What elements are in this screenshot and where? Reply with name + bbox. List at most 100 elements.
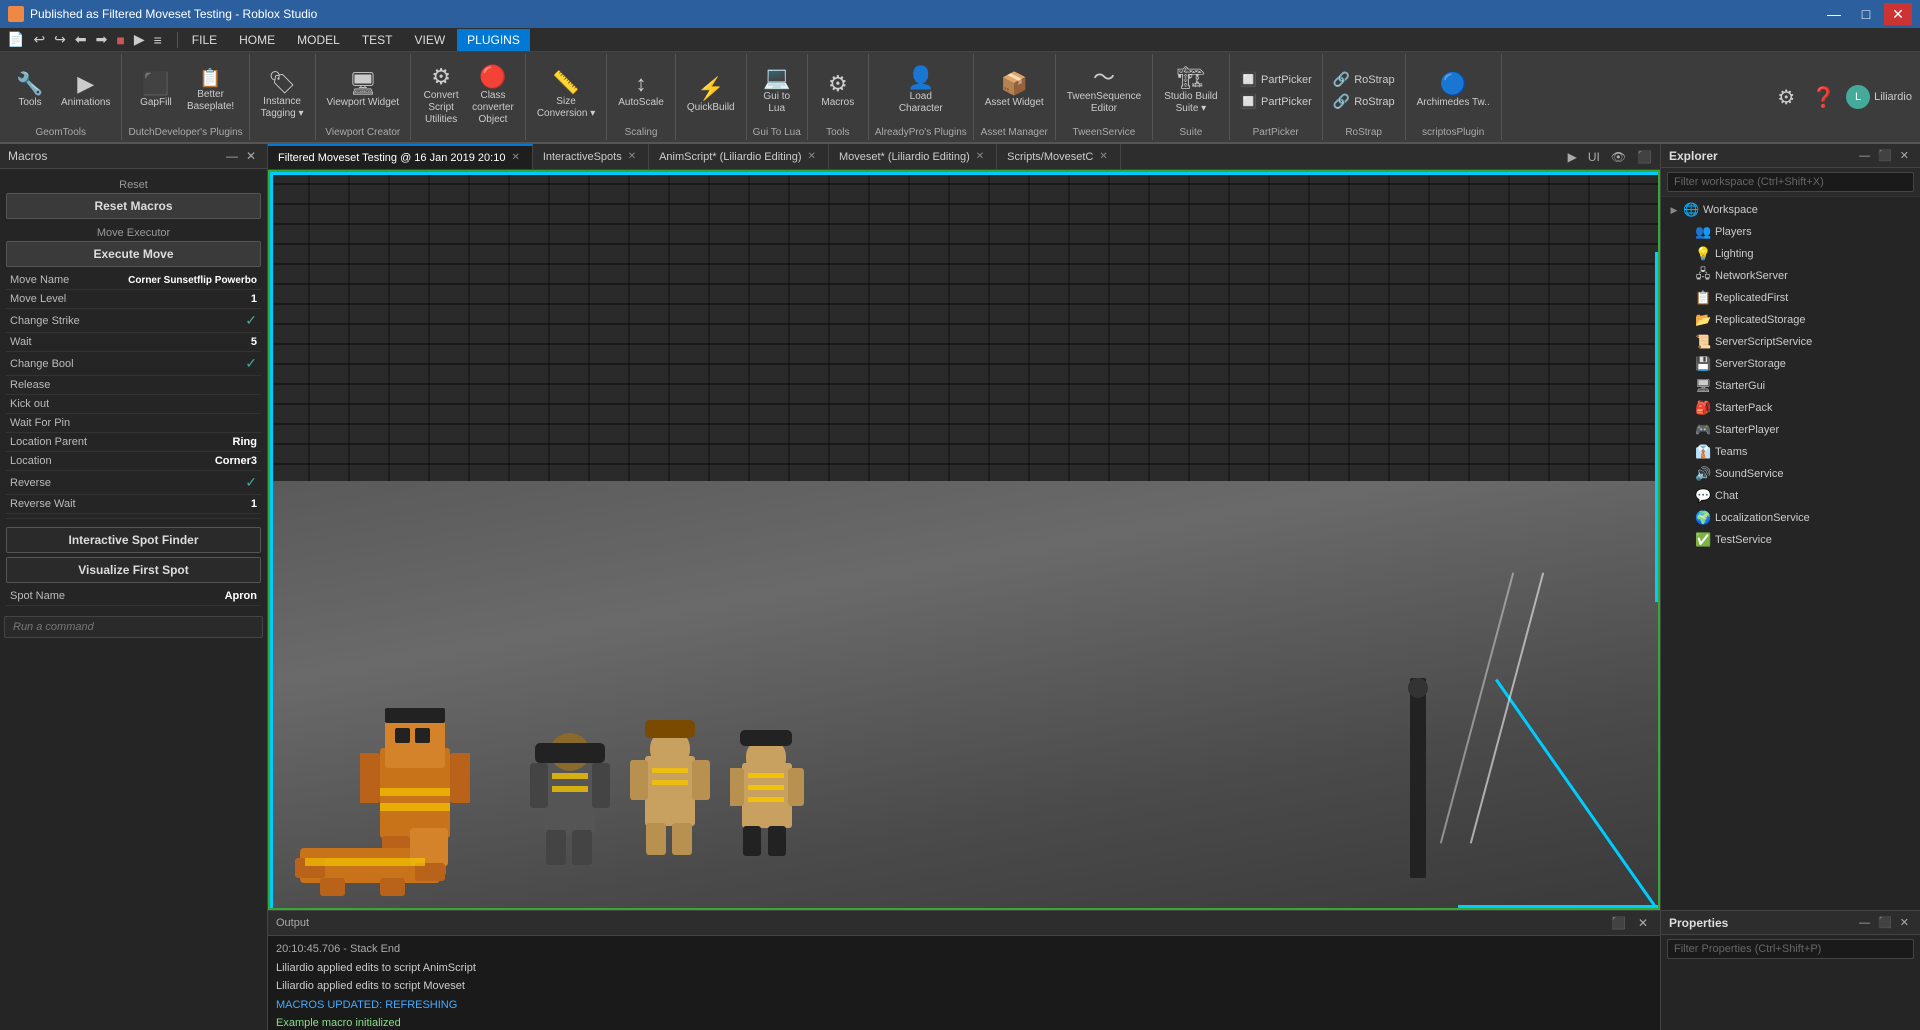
tree-item-players[interactable]: 👥 Players <box>1661 221 1920 243</box>
ribbon-instance-tagging-button[interactable]: 🏷 InstanceTagging ▾ <box>256 69 309 123</box>
tab-interactive-spots-close[interactable]: ✕ <box>626 151 638 162</box>
tab-scripts-moveset-close[interactable]: ✕ <box>1097 151 1109 162</box>
app-icon <box>8 6 24 22</box>
maximize-button[interactable]: □ <box>1852 3 1880 25</box>
explorer-controls: — ⬛ ✕ <box>1856 148 1912 163</box>
menu-view[interactable]: VIEW <box>405 29 456 51</box>
output-close-button[interactable]: ✕ <box>1634 914 1652 932</box>
tree-item-server-storage[interactable]: 💾 ServerStorage <box>1661 353 1920 375</box>
tree-item-starter-player[interactable]: 🎮 StarterPlayer <box>1661 419 1920 441</box>
tree-item-lighting[interactable]: 💡 Lighting <box>1661 243 1920 265</box>
tools-icon: 🔧 <box>16 73 43 95</box>
tree-item-chat[interactable]: 💬 Chat <box>1661 485 1920 507</box>
ribbon-asset-widget-button[interactable]: 📦 Asset Widget <box>980 70 1049 112</box>
ribbon-help-button[interactable]: ❓ <box>1805 81 1842 114</box>
run-command-area[interactable]: Run a command <box>4 616 263 638</box>
ribbon-archimedes-button[interactable]: 🔵 Archimedes Tw.. <box>1412 70 1495 112</box>
output-expand-button[interactable]: ⬛ <box>1607 914 1630 932</box>
properties-close-button[interactable]: ✕ <box>1897 915 1912 930</box>
interactive-spot-finder-button[interactable]: Interactive Spot Finder <box>6 527 261 553</box>
ribbon-rostrap-top-button[interactable]: 🔗 RoStrap <box>1329 69 1399 90</box>
location-parent-label: Location Parent <box>10 436 87 448</box>
ribbon-gapfill-button[interactable]: ⬛ GapFill <box>132 70 180 112</box>
tab-animscript[interactable]: AnimScript* (Liliardio Editing) ✕ <box>649 144 829 169</box>
ring-rope-left <box>270 172 273 908</box>
stop-button[interactable]: ■ <box>113 30 127 50</box>
ribbon-group-asset: 📦 Asset Widget Asset Manager <box>974 54 1056 140</box>
tab-moveset[interactable]: Moveset* (Liliardio Editing) ✕ <box>829 144 997 169</box>
ribbon-partpicker-label: PartPicker <box>1253 125 1299 138</box>
tab-interactive-spots[interactable]: InteractiveSpots ✕ <box>533 144 649 169</box>
ribbon-rostrap-bottom-button[interactable]: 🔗 RoStrap <box>1329 91 1399 112</box>
properties-expand-button[interactable]: ⬛ <box>1875 915 1895 930</box>
ribbon-convert-script-button[interactable]: ⚙ ConvertScriptUtilities <box>417 63 465 129</box>
quickbuild-label: QuickBuild <box>687 102 735 114</box>
tab-interactive-spots-label: InteractiveSpots <box>543 151 622 163</box>
tab-eye-button[interactable]: 👁 <box>1607 148 1630 166</box>
ribbon-class-converter-button[interactable]: 🔴 ClassconverterObject <box>467 63 519 129</box>
reset-macros-button[interactable]: Reset Macros <box>6 193 261 219</box>
tree-item-starter-pack[interactable]: 🎒 StarterPack <box>1661 397 1920 419</box>
ribbon-partpicker-top-button[interactable]: 🔲 PartPicker <box>1236 69 1316 90</box>
ribbon-viewport-widget-button[interactable]: 🖥 Viewport Widget <box>322 70 405 112</box>
menu-file[interactable]: FILE <box>182 29 227 51</box>
close-button[interactable]: ✕ <box>1884 3 1912 25</box>
tab-scripts-moveset[interactable]: Scripts/MovesetC ✕ <box>997 144 1121 169</box>
back-button[interactable]: ⬅ <box>72 29 90 50</box>
tab-filtered-moveset-close[interactable]: ✕ <box>509 152 521 163</box>
ribbon-gui-lua-button[interactable]: 💻 Gui toLua <box>753 64 801 118</box>
location-label: Location <box>10 455 52 467</box>
tab-moveset-close[interactable]: ✕ <box>974 151 986 162</box>
explorer-expand-button[interactable]: ⬛ <box>1875 148 1895 163</box>
menu-test[interactable]: TEST <box>352 29 403 51</box>
ribbon-size-conversion-button[interactable]: 📏 SizeConversion ▾ <box>532 69 600 123</box>
visualize-first-spot-button[interactable]: Visualize First Spot <box>6 557 261 583</box>
menu-home[interactable]: HOME <box>229 29 285 51</box>
tree-item-test-service[interactable]: ✅ TestService <box>1661 529 1920 551</box>
tab-play-button[interactable]: ▶ <box>1564 148 1581 166</box>
tree-item-teams[interactable]: 👔 Teams <box>1661 441 1920 463</box>
ribbon-autoscale-button[interactable]: ↕ AutoScale <box>613 70 669 112</box>
macros-minimize-button[interactable]: — <box>223 148 241 164</box>
menu-plugins[interactable]: PLUGINS <box>457 29 530 51</box>
ribbon-tools-button[interactable]: 🔧 Tools <box>6 70 54 112</box>
undo-button[interactable]: ↩ <box>30 29 48 50</box>
ribbon-partpicker-bottom-button[interactable]: 🔲 PartPicker <box>1236 91 1316 112</box>
ribbon-studio-build-button[interactable]: 🏗 Studio BuildSuite ▾ <box>1159 64 1222 118</box>
tab-ui-button[interactable]: UI <box>1584 148 1604 166</box>
tree-item-localization[interactable]: 🌍 LocalizationService <box>1661 507 1920 529</box>
ribbon-baseplate-button[interactable]: 📋 BetterBaseplate! <box>182 66 239 116</box>
properties-minimize-button[interactable]: — <box>1856 915 1873 930</box>
minimize-button[interactable]: — <box>1820 3 1848 25</box>
ribbon-load-character-button[interactable]: 👤 LoadCharacter <box>894 64 948 118</box>
explorer-filter-input[interactable] <box>1667 172 1914 192</box>
redo-button[interactable]: ↪ <box>51 29 69 50</box>
macros-close-button[interactable]: ✕ <box>243 148 259 164</box>
forward-button[interactable]: ➡ <box>93 29 111 50</box>
ribbon-macros-label: Tools <box>826 125 849 138</box>
play-button[interactable]: ▶ <box>131 29 148 50</box>
tree-item-replicated-storage[interactable]: 📂 ReplicatedStorage <box>1661 309 1920 331</box>
tree-item-replicated-first[interactable]: 📋 ReplicatedFirst <box>1661 287 1920 309</box>
tree-item-server-script[interactable]: 📜 ServerScriptService <box>1661 331 1920 353</box>
explorer-minimize-button[interactable]: — <box>1856 148 1873 163</box>
tab-animscript-close[interactable]: ✕ <box>806 151 818 162</box>
properties-filter-input[interactable] <box>1667 939 1914 959</box>
ribbon-settings-button[interactable]: ⚙ <box>1771 81 1801 114</box>
tree-item-network-server[interactable]: 🖧 NetworkServer <box>1661 265 1920 287</box>
tab-filtered-moveset[interactable]: Filtered Moveset Testing @ 16 Jan 2019 2… <box>268 144 533 169</box>
tree-item-starter-gui[interactable]: 🖥 StarterGui <box>1661 375 1920 397</box>
menu-toggle-button[interactable]: ≡ <box>151 30 165 50</box>
ribbon-animations-button[interactable]: ▶ Animations <box>56 70 115 112</box>
execute-move-button[interactable]: Execute Move <box>6 241 261 267</box>
new-file-button[interactable]: 📄 <box>4 29 27 50</box>
tree-item-sound-service[interactable]: 🔊 SoundService <box>1661 463 1920 485</box>
ribbon-tween-editor-button[interactable]: 〜 TweenSequenceEditor <box>1062 64 1147 118</box>
ribbon-quickbuild-button[interactable]: ⚡ QuickBuild <box>682 75 740 117</box>
menu-model[interactable]: MODEL <box>287 29 350 51</box>
tree-item-workspace[interactable]: ▶ 🌐 Workspace <box>1661 199 1920 221</box>
explorer-close-button[interactable]: ✕ <box>1897 148 1912 163</box>
partpicker-bottom-label: PartPicker <box>1261 96 1312 108</box>
ribbon-macros-button[interactable]: ⚙ Macros <box>814 70 862 112</box>
tab-expand-button[interactable]: ⬛ <box>1633 148 1656 166</box>
